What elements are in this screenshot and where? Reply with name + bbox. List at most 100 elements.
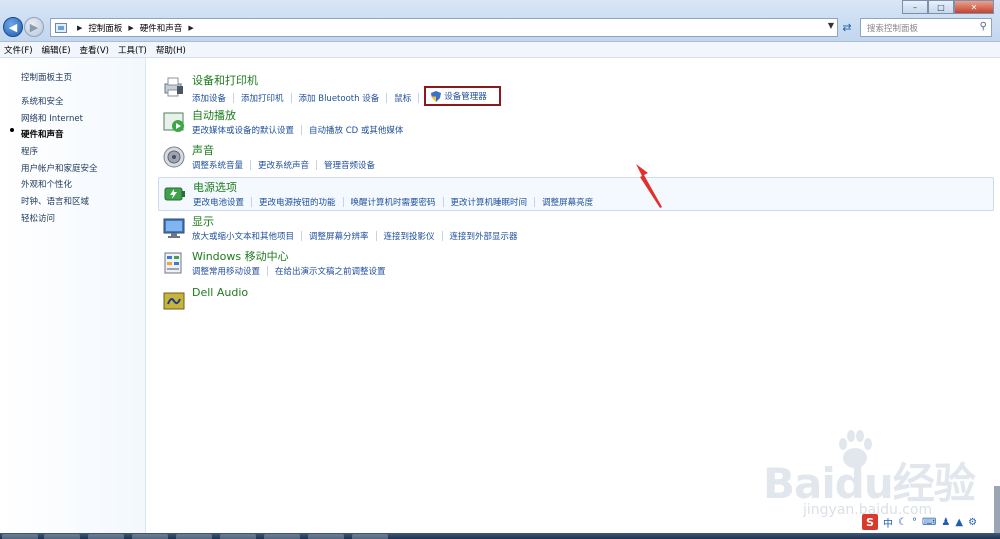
autoplay-icon (163, 112, 184, 132)
forward-button[interactable]: ▶ (24, 17, 44, 37)
taskbar-item[interactable] (176, 534, 212, 539)
link-divider (267, 266, 269, 276)
close-button[interactable]: ✕ (954, 0, 994, 14)
sidebar-item-programs[interactable]: 程序 (21, 145, 98, 162)
sidebar-item-appearance[interactable]: 外观和个性化 (21, 178, 98, 195)
link-screen-resolution[interactable]: 调整屏幕分辨率 (309, 230, 369, 242)
link-mobility-settings[interactable]: 调整常用移动设置 (192, 265, 260, 277)
sidebar-item-ease-of-access[interactable]: 轻松访问 (21, 212, 98, 229)
link-add-device[interactable]: 添加设备 (192, 92, 226, 104)
dell-audio-icon (163, 292, 185, 310)
start-button[interactable] (2, 534, 38, 539)
punctuation-icon[interactable]: ° (912, 517, 917, 528)
chevron-right-icon: ▶ (188, 23, 194, 32)
refresh-icon: ⇄ (842, 21, 852, 34)
link-divider (375, 231, 377, 241)
link-device-manager[interactable]: 设备管理器 (444, 90, 487, 102)
sidebar-item-system-security[interactable]: 系统和安全 (21, 95, 98, 112)
category-title[interactable]: 声音 (192, 142, 214, 158)
link-presentation-settings[interactable]: 在给出演示文稿之前调整设置 (275, 265, 386, 277)
link-divider (386, 92, 388, 103)
ime-toolbar: S 中 ☾ ° ⌨ ♟ ▲ ⚙ (862, 513, 994, 531)
chevron-down-icon[interactable]: ▼ (828, 21, 834, 30)
scrollbar[interactable] (994, 486, 1000, 533)
sogou-ime-icon[interactable]: S (862, 514, 878, 530)
maximize-button[interactable]: □ (928, 0, 954, 14)
taskbar-item[interactable] (132, 534, 168, 539)
breadcrumb-hardware-sound[interactable]: 硬件和声音 (140, 22, 183, 34)
link-divider (441, 231, 443, 241)
current-item-bullet (10, 128, 14, 132)
window-controls: – □ ✕ (902, 0, 994, 14)
keyboard-icon[interactable]: ⌨ (922, 517, 936, 528)
category-title[interactable]: 电源选项 (193, 179, 237, 195)
menu-help[interactable]: 帮助(H) (156, 44, 186, 56)
sidebar-home-link[interactable]: 控制面板主页 (21, 71, 72, 83)
category-mobility-center: Windows 移动中心 调整常用移动设置 在给出演示文稿之前调整设置 (158, 247, 994, 281)
taskbar-item[interactable] (352, 534, 388, 539)
sidebar-item-user-accounts[interactable]: 用户帐户和家庭安全 (21, 162, 98, 179)
link-divider (233, 92, 235, 103)
menu-tools[interactable]: 工具(T) (118, 44, 147, 56)
printer-icon (164, 77, 183, 97)
ime-language[interactable]: 中 (883, 515, 893, 530)
category-title[interactable]: 设备和打印机 (192, 72, 258, 88)
link-change-default-media[interactable]: 更改媒体或设备的默认设置 (192, 124, 294, 136)
search-input[interactable]: 搜索控制面板 ⚲ (860, 18, 992, 37)
link-external-display[interactable]: 连接到外部显示器 (450, 230, 518, 242)
taskbar-item[interactable] (308, 534, 344, 539)
taskbar-item[interactable] (44, 534, 80, 539)
sidebar-list: 系统和安全 网络和 Internet 硬件和声音 程序 用户帐户和家庭安全 外观… (21, 95, 98, 229)
link-projector[interactable]: 连接到投影仪 (384, 230, 435, 242)
link-divider (316, 160, 318, 170)
link-autoplay-cd[interactable]: 自动播放 CD 或其他媒体 (309, 124, 403, 136)
category-links: 添加设备 添加打印机 添加 Bluetooth 设备 鼠标 设备管理器 (192, 86, 501, 106)
menu-file[interactable]: 文件(F) (4, 44, 33, 56)
menu-edit[interactable]: 编辑(E) (42, 44, 71, 56)
link-divider (301, 125, 303, 135)
sidebar-item-hardware-sound[interactable]: 硬件和声音 (21, 128, 98, 145)
refresh-button[interactable]: ⇄ (840, 18, 854, 37)
link-add-bluetooth[interactable]: 添加 Bluetooth 设备 (299, 92, 380, 104)
category-links: 更改媒体或设备的默认设置 自动播放 CD 或其他媒体 (192, 124, 403, 136)
sidebar-item-network[interactable]: 网络和 Internet (21, 112, 98, 129)
link-add-printer[interactable]: 添加打印机 (241, 92, 284, 104)
display-icon (163, 218, 185, 238)
link-screen-brightness[interactable]: 调整屏幕亮度 (542, 196, 593, 208)
link-change-sounds[interactable]: 更改系统声音 (258, 159, 309, 171)
back-button[interactable]: ◀ (3, 17, 23, 37)
taskbar-item[interactable] (88, 534, 124, 539)
taskbar-item[interactable] (264, 534, 300, 539)
category-display: 显示 放大或缩小文本和其他项目 调整屏幕分辨率 连接到投影仪 连接到外部显示器 (158, 212, 994, 246)
category-title[interactable]: 自动播放 (192, 107, 236, 123)
link-divider (442, 197, 444, 207)
category-title[interactable]: Dell Audio (192, 286, 248, 299)
link-mouse[interactable]: 鼠标 (394, 92, 411, 104)
control-panel-icon (55, 22, 67, 33)
link-power-button[interactable]: 更改电源按钮的功能 (259, 196, 336, 208)
address-bar[interactable]: ▶ 控制面板 ▶ 硬件和声音 ▶ ▼ (50, 18, 838, 37)
link-manage-audio-devices[interactable]: 管理音频设备 (324, 159, 375, 171)
category-title[interactable]: 显示 (192, 213, 214, 229)
mobility-center-icon (164, 252, 182, 274)
moon-icon[interactable]: ☾ (898, 517, 907, 528)
user-icon[interactable]: ♟ (941, 517, 950, 528)
menu-view[interactable]: 查看(V) (80, 44, 109, 56)
link-sleep-time[interactable]: 更改计算机睡眠时间 (451, 196, 528, 208)
search-icon[interactable]: ⚲ (980, 21, 987, 32)
breadcrumb-control-panel[interactable]: 控制面板 (88, 22, 122, 34)
link-divider (290, 92, 292, 103)
category-links: 调整常用移动设置 在给出演示文稿之前调整设置 (192, 265, 386, 277)
uac-shield-icon (431, 90, 442, 102)
link-text-size[interactable]: 放大或缩小文本和其他项目 (192, 230, 294, 242)
settings-icon[interactable]: ⚙ (968, 517, 977, 528)
sidebar-item-clock-region[interactable]: 时钟、语言和区域 (21, 195, 98, 212)
link-adjust-volume[interactable]: 调整系统音量 (192, 159, 243, 171)
minimize-button[interactable]: – (902, 0, 928, 14)
link-battery-settings[interactable]: 更改电池设置 (193, 196, 244, 208)
category-title[interactable]: Windows 移动中心 (192, 248, 289, 264)
link-wake-password[interactable]: 唤醒计算机时需要密码 (351, 196, 436, 208)
shirt-icon[interactable]: ▲ (955, 517, 963, 528)
annotation-arrow (636, 164, 662, 208)
taskbar-item[interactable] (220, 534, 256, 539)
